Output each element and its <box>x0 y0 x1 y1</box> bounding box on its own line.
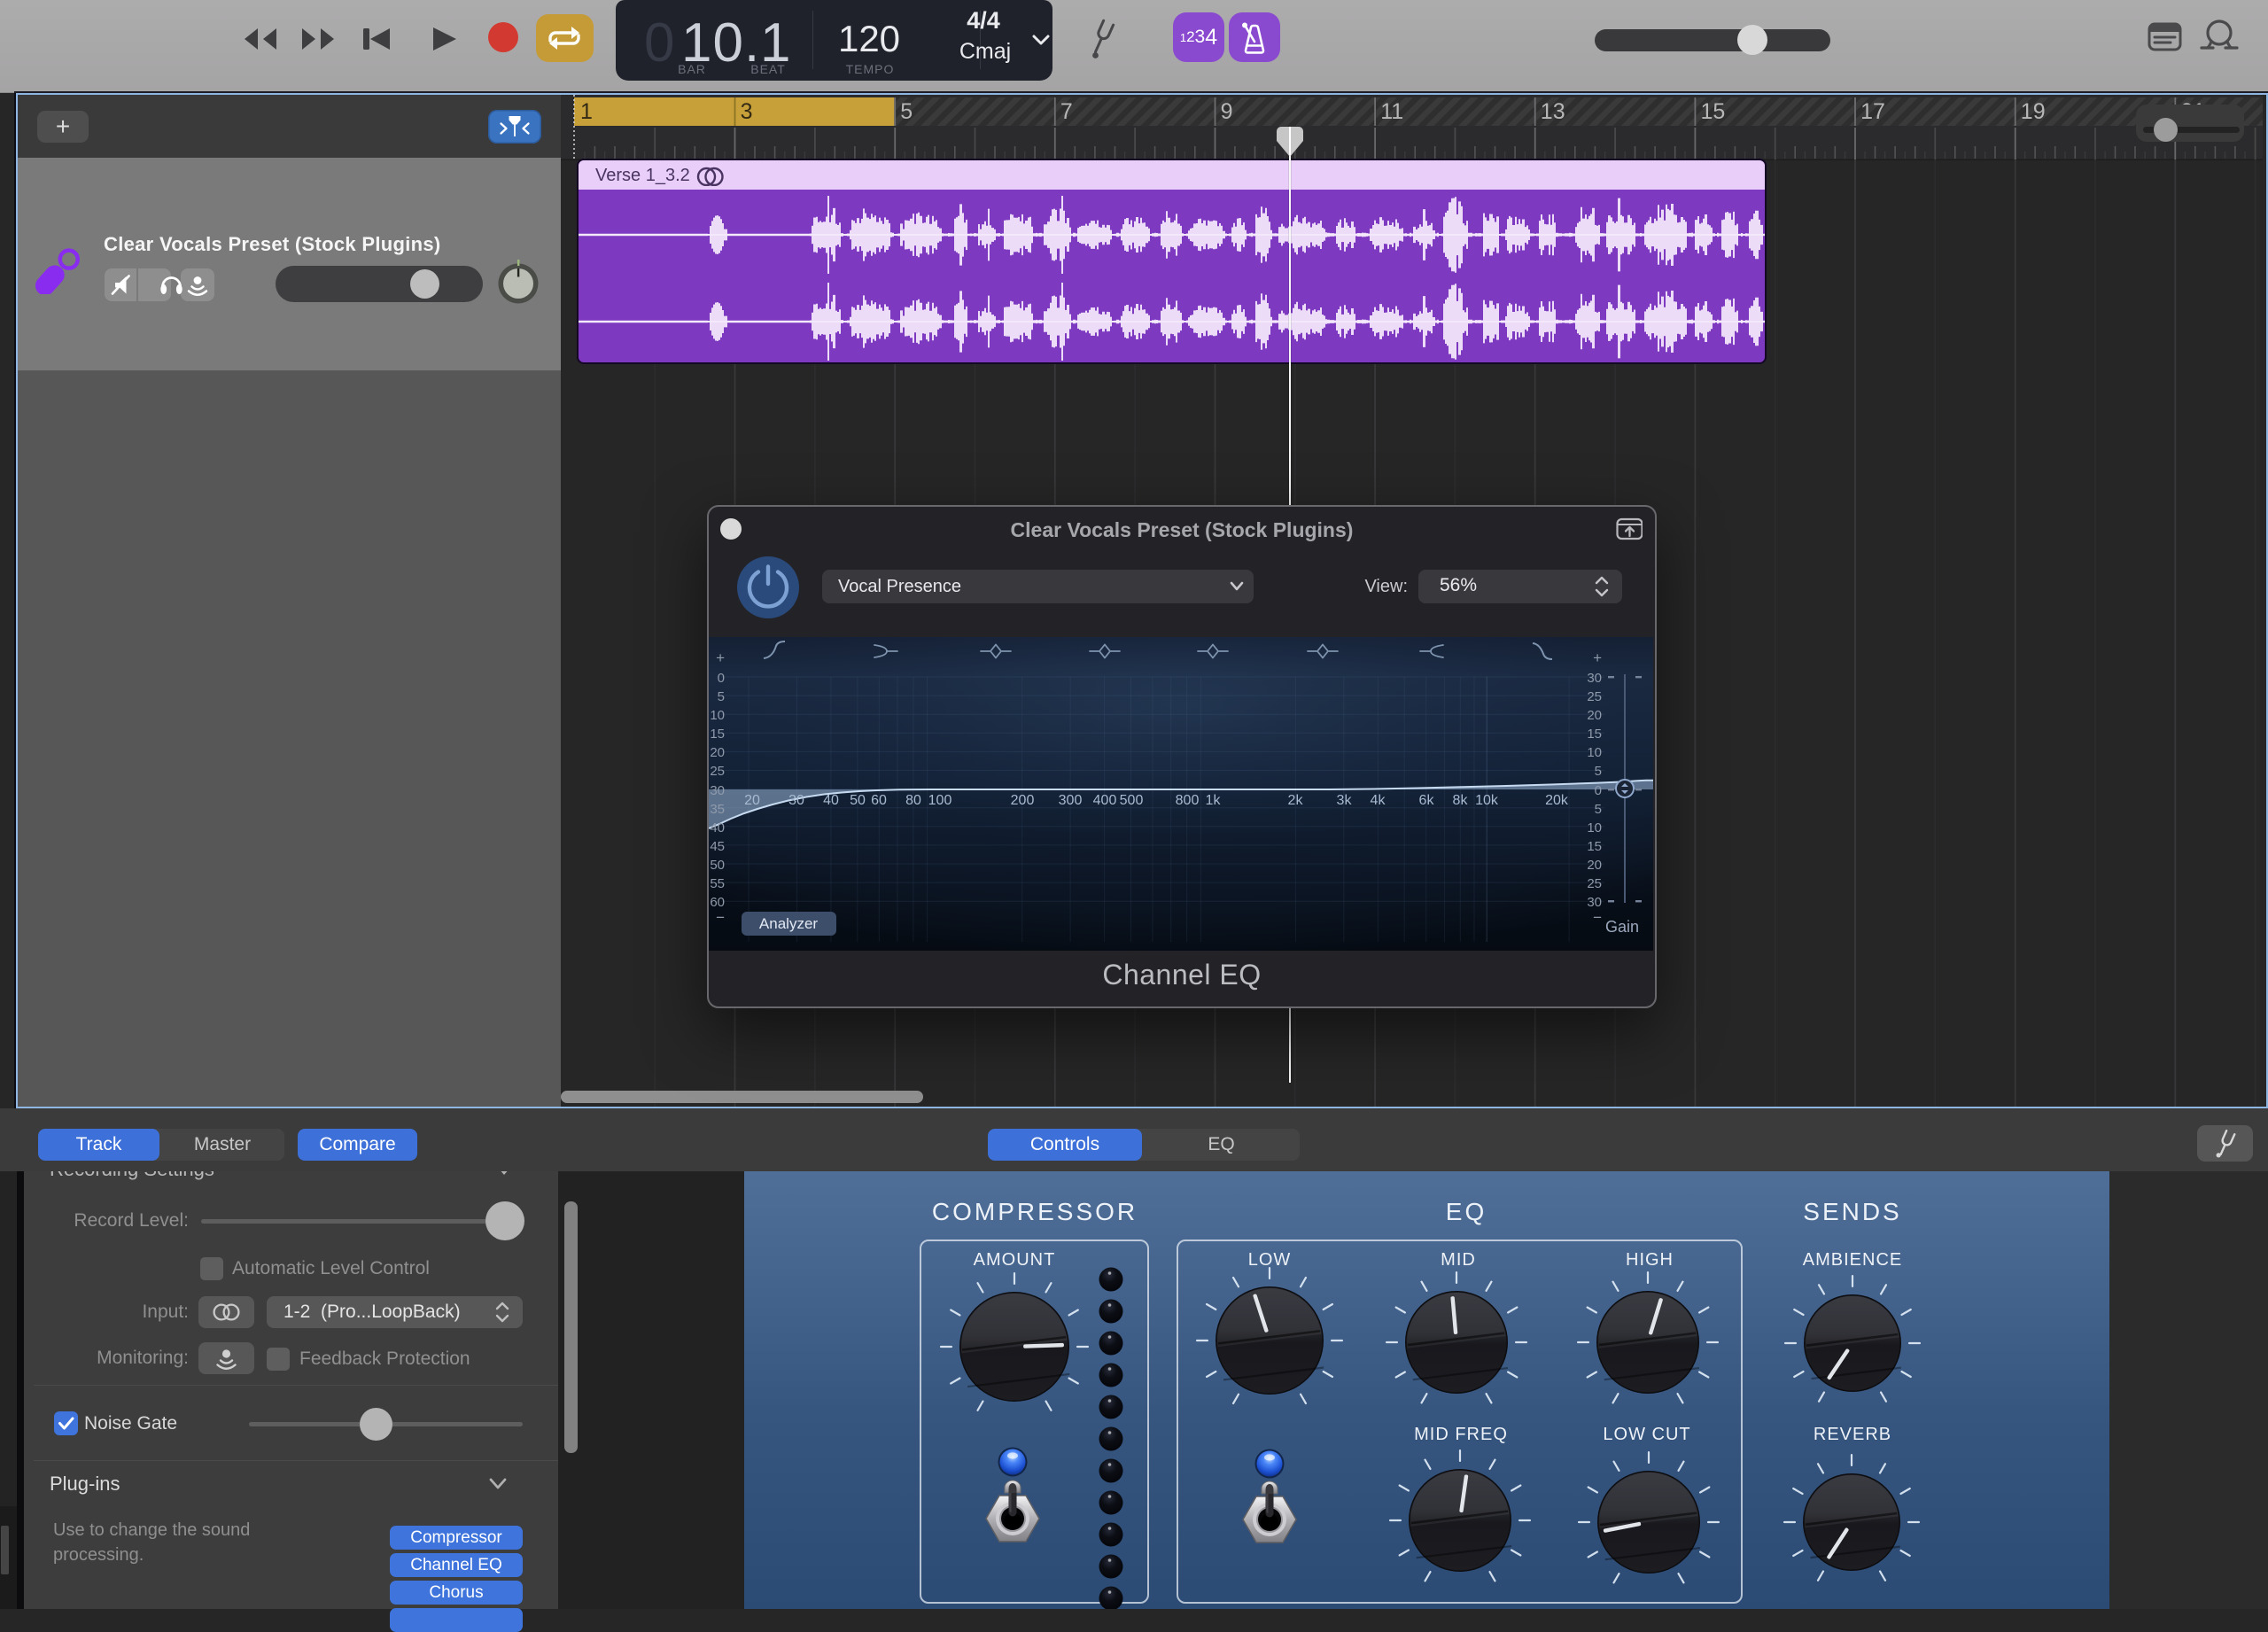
svg-text:+: + <box>1593 649 1602 666</box>
svg-text:20: 20 <box>710 745 725 760</box>
svg-text:5: 5 <box>1595 764 1602 779</box>
svg-text:1: 1 <box>580 99 593 124</box>
svg-text:−: − <box>716 909 725 926</box>
svg-text:5: 5 <box>718 689 725 704</box>
svg-text:30: 30 <box>788 793 804 808</box>
svg-text:7: 7 <box>1060 99 1073 124</box>
svg-text:60: 60 <box>871 793 887 808</box>
svg-text:500: 500 <box>1120 793 1144 808</box>
svg-text:30: 30 <box>710 783 725 798</box>
svg-text:20: 20 <box>744 793 760 808</box>
svg-text:15: 15 <box>710 727 725 742</box>
svg-text:35: 35 <box>710 802 725 817</box>
svg-text:10: 10 <box>1587 820 1602 835</box>
svg-text:80: 80 <box>905 793 921 808</box>
svg-text:400: 400 <box>1093 793 1117 808</box>
svg-text:25: 25 <box>1587 689 1602 704</box>
svg-text:19: 19 <box>2021 99 2046 124</box>
svg-text:15: 15 <box>1587 727 1602 742</box>
svg-text:55: 55 <box>710 876 725 891</box>
svg-text:25: 25 <box>1587 876 1602 891</box>
svg-text:15: 15 <box>1587 839 1602 854</box>
svg-text:8k: 8k <box>1453 793 1469 808</box>
svg-text:3: 3 <box>741 99 753 124</box>
svg-text:200: 200 <box>1011 793 1035 808</box>
svg-text:20: 20 <box>1587 708 1602 723</box>
svg-text:0: 0 <box>718 671 725 686</box>
svg-text:30: 30 <box>1587 895 1602 910</box>
svg-text:Gain: Gain <box>1605 918 1639 936</box>
svg-text:1k: 1k <box>1206 793 1222 808</box>
svg-text:300: 300 <box>1059 793 1083 808</box>
svg-text:9: 9 <box>1221 99 1233 124</box>
svg-text:3k: 3k <box>1337 793 1353 808</box>
svg-text:20k: 20k <box>1545 793 1569 808</box>
svg-text:100: 100 <box>928 793 952 808</box>
svg-text:20: 20 <box>1587 858 1602 873</box>
svg-text:40: 40 <box>823 793 839 808</box>
svg-text:50: 50 <box>710 858 725 873</box>
svg-text:11: 11 <box>1380 99 1403 124</box>
svg-text:800: 800 <box>1176 793 1200 808</box>
svg-text:−: − <box>1593 909 1602 926</box>
svg-text:10: 10 <box>1587 745 1602 760</box>
svg-text:0: 0 <box>1595 783 1602 798</box>
svg-text:10k: 10k <box>1475 793 1499 808</box>
svg-text:25: 25 <box>710 764 725 779</box>
svg-text:50: 50 <box>850 793 866 808</box>
svg-text:5: 5 <box>1595 802 1602 817</box>
svg-text:17: 17 <box>1860 99 1885 124</box>
svg-text:13: 13 <box>1541 99 1565 124</box>
svg-text:40: 40 <box>710 820 725 835</box>
svg-text:45: 45 <box>710 839 725 854</box>
svg-text:60: 60 <box>710 895 725 910</box>
svg-text:5: 5 <box>900 99 913 124</box>
svg-text:4k: 4k <box>1371 793 1386 808</box>
svg-text:6k: 6k <box>1419 793 1435 808</box>
svg-text:10: 10 <box>710 708 725 723</box>
svg-text:Analyzer: Analyzer <box>759 915 818 932</box>
svg-text:30: 30 <box>1587 671 1602 686</box>
svg-text:+: + <box>716 649 725 666</box>
svg-text:2k: 2k <box>1288 793 1304 808</box>
svg-text:15: 15 <box>1701 99 1726 124</box>
